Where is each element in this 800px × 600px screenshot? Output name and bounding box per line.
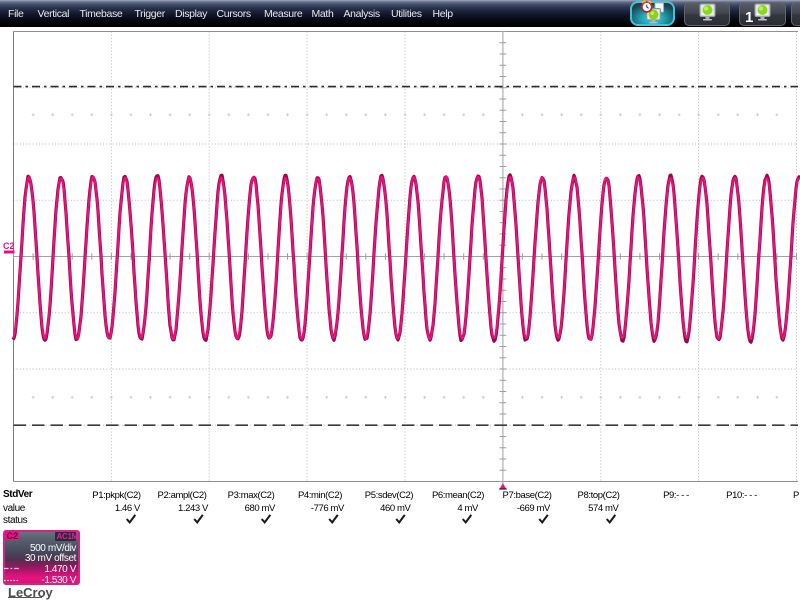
svg-text:C2: C2 (3, 241, 15, 251)
